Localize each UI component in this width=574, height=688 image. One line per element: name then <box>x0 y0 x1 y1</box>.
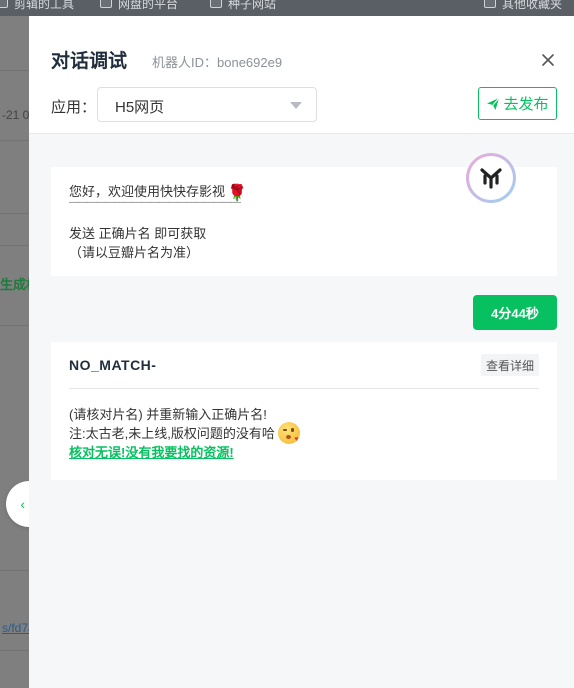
background-divider <box>0 70 30 71</box>
welcome-instruction: 发送 正确片名 即可获取 <box>69 226 207 241</box>
background-bookmark-bar: 剪辑的工具 网盘的平台 种子网站 其他收藏夹 <box>0 0 574 16</box>
app-label: 应用： <box>51 99 97 116</box>
bot-avatar <box>466 153 516 203</box>
chat-debug-drawer: 对话调试 机器人ID：bone692e9 应用： H5网页 去发布 您好，欢迎使… <box>29 16 574 688</box>
app-select[interactable]: H5网页 <box>97 87 317 122</box>
result-note-text: 注:太古老,未上线,版权问题的没有哈 <box>69 426 275 441</box>
bookmark-label: 其他收藏夹 <box>502 0 563 11</box>
background-divider <box>0 245 30 246</box>
background-divider <box>0 650 30 651</box>
welcome-message-bubble: 您好，欢迎使用快快存影视 🌹 ——————————————————— 发送 正确片… <box>51 153 557 276</box>
welcome-separator: ——————————————————— <box>69 197 241 208</box>
drawer-title: 对话调试 <box>51 51 128 72</box>
bookmark-label: 剪辑的工具 <box>14 0 75 11</box>
bot-logo-icon <box>480 168 502 189</box>
resource-not-found-link[interactable]: 核对无误!没有我要找的资源! <box>69 442 234 461</box>
view-details-button[interactable]: 查看详细 <box>481 354 539 376</box>
wink-emoji-icon <box>278 422 301 444</box>
background-divider <box>0 213 30 214</box>
publish-button-label: 去发布 <box>503 96 549 113</box>
caret-down-icon <box>290 102 302 109</box>
user-message-bubble: 4分44秒 <box>473 295 557 330</box>
app-select-value: H5网页 <box>115 99 165 116</box>
close-icon[interactable] <box>539 51 557 69</box>
background-divider <box>0 570 30 571</box>
bookmark-checkbox <box>484 0 496 8</box>
result-title: NO_MATCH- <box>69 357 157 373</box>
chevron-left-icon: ‹ <box>20 496 25 512</box>
background-divider <box>0 140 30 141</box>
result-note-line: 注:太古老,未上线,版权问题的没有哈 <box>69 422 301 444</box>
background-divider <box>0 325 30 326</box>
drawer-header: 对话调试 机器人ID：bone692e9 应用： H5网页 去发布 <box>29 16 574 134</box>
robot-id-label: 机器人ID：bone692e9 <box>152 55 283 70</box>
bookmark-label: 网盘的平台 <box>118 0 179 11</box>
background-date-text: -21 0 <box>2 108 30 122</box>
bookmark-checkbox <box>210 0 222 8</box>
welcome-note: （请以豆瓣片名为准） <box>69 245 200 260</box>
result-divider <box>69 388 539 389</box>
bookmark-checkbox <box>0 0 8 8</box>
publish-button[interactable]: 去发布 <box>478 87 557 120</box>
paper-plane-icon <box>487 97 500 110</box>
bookmark-label: 种子网站 <box>228 0 277 11</box>
result-message-bubble: NO_MATCH- 查看详细 (请核对片名) 并重新输入正确片名! 注:太古老,… <box>51 342 557 480</box>
result-hint-line: (请核对片名) 并重新输入正确片名! <box>69 407 267 422</box>
bookmark-checkbox <box>100 0 112 8</box>
